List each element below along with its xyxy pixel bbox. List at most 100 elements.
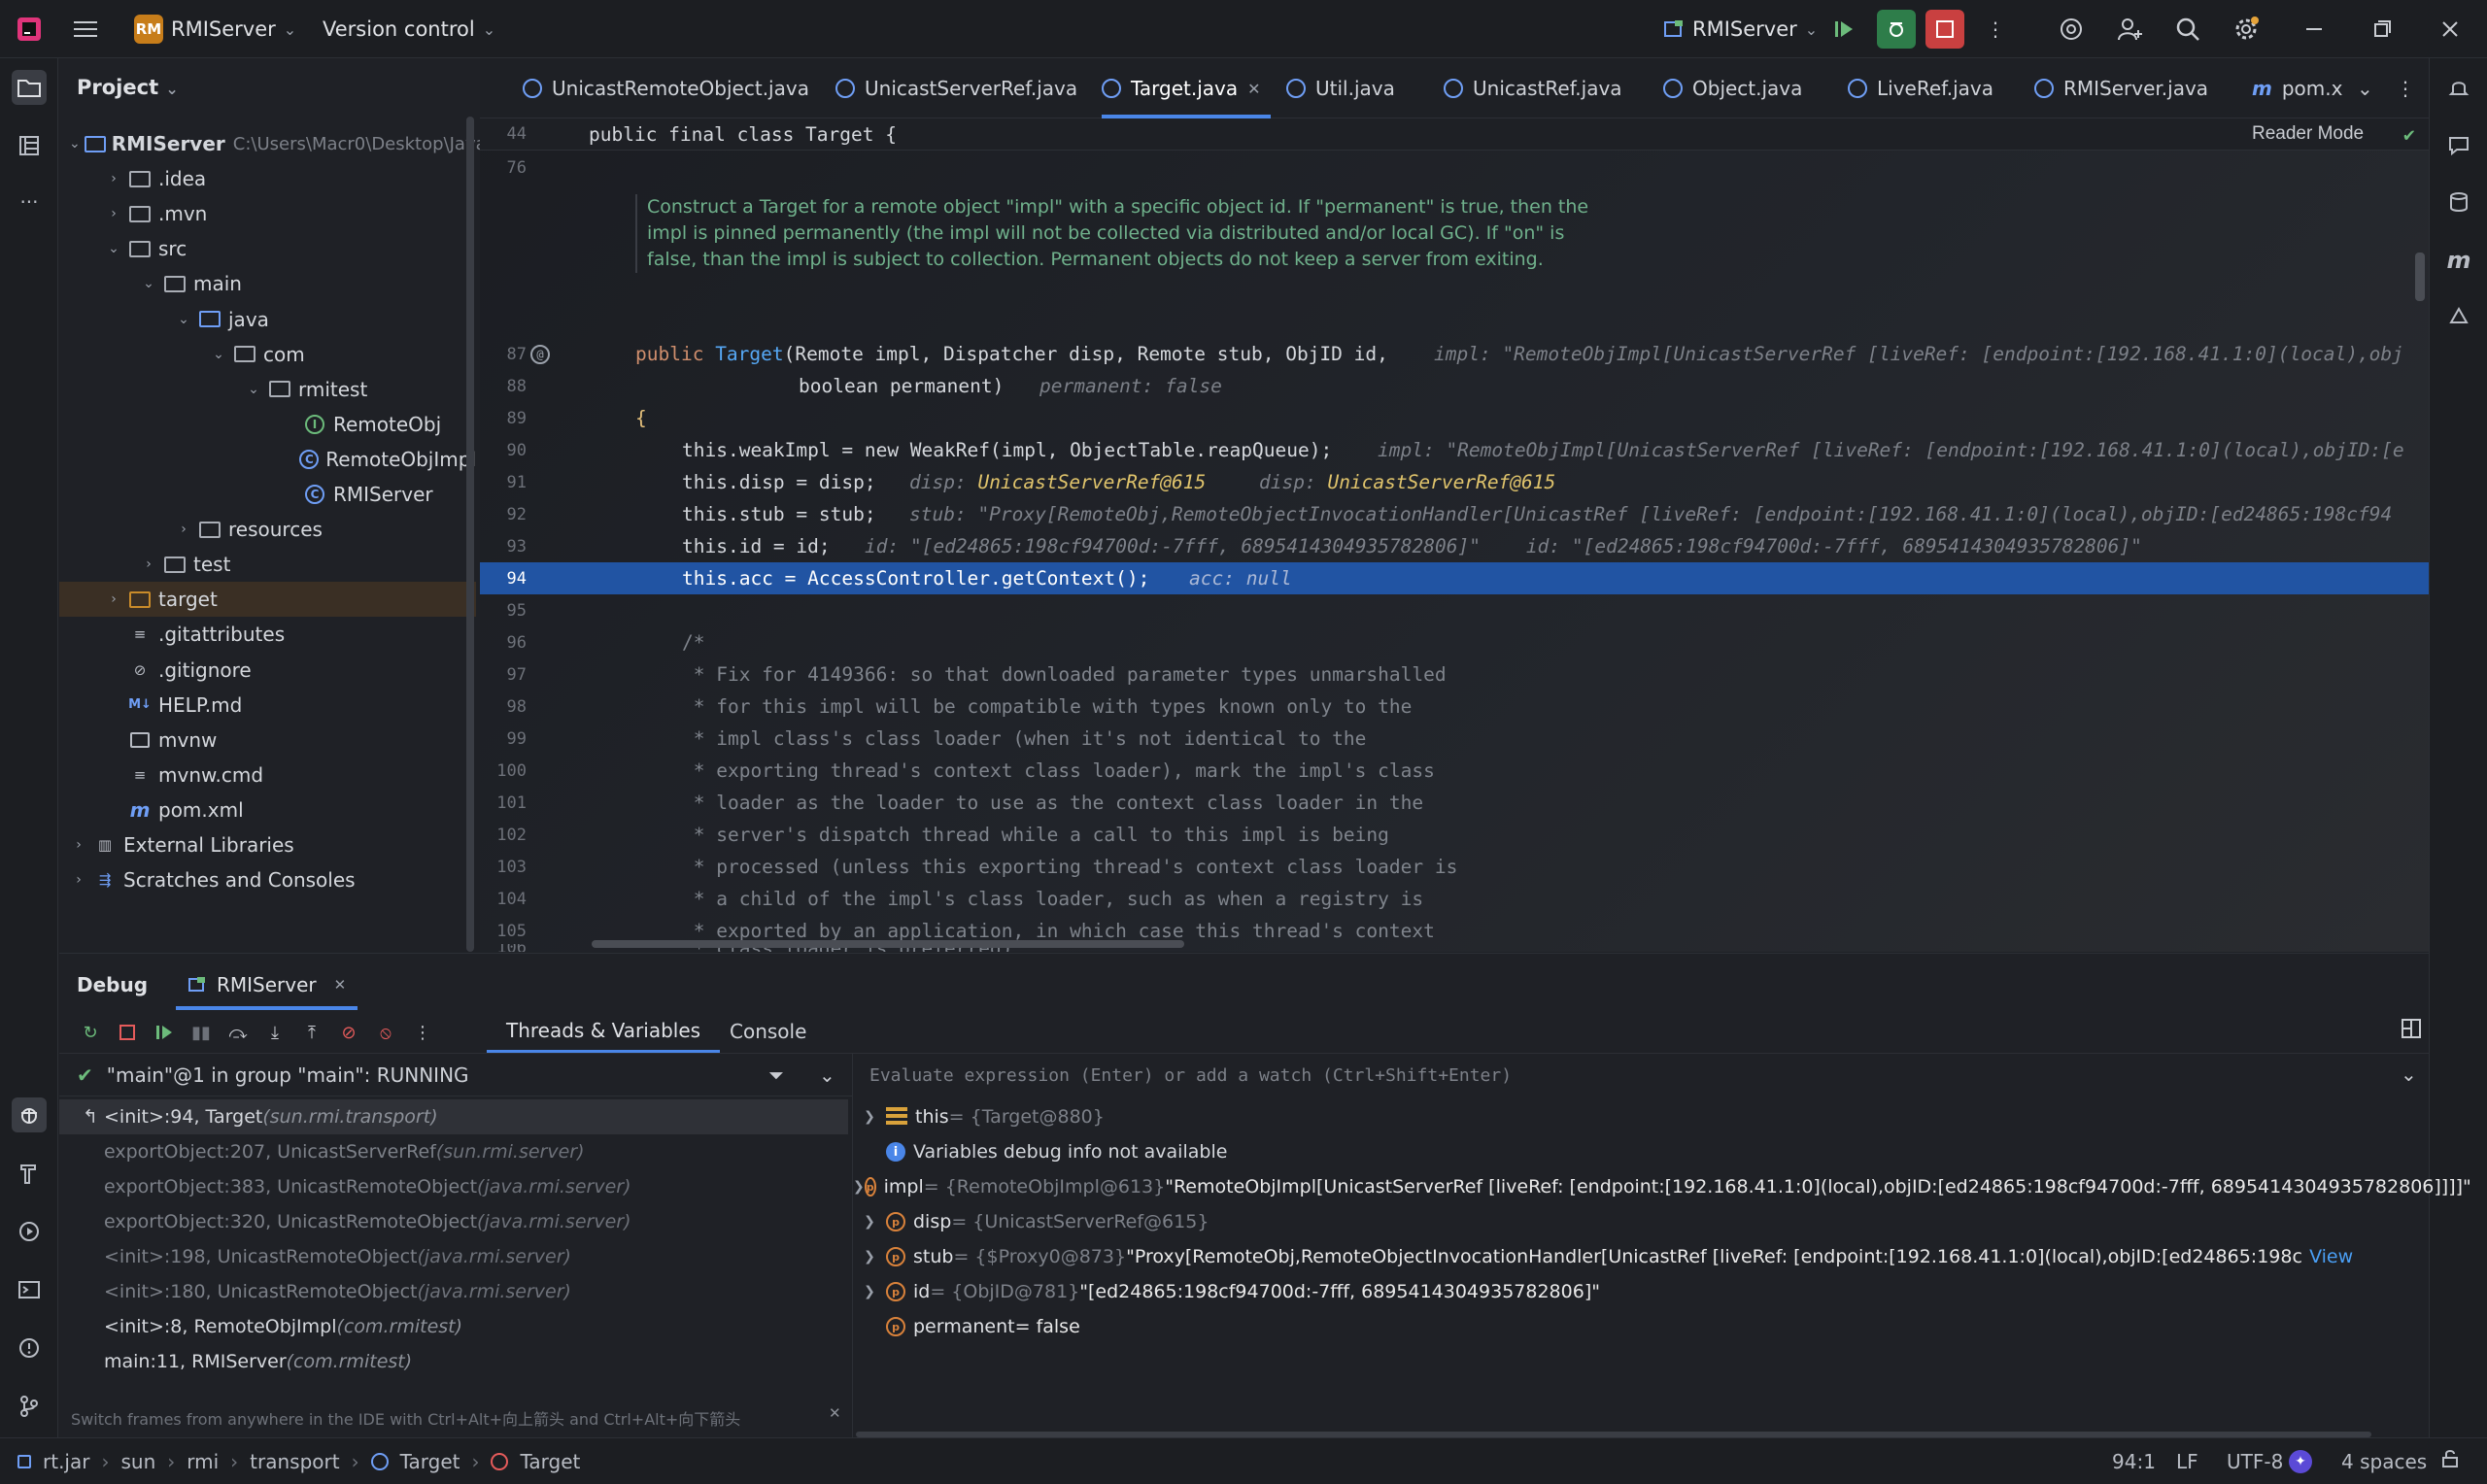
- code-line[interactable]: 90 this.weakImpl = new WeakRef(impl, Obj…: [480, 434, 2429, 466]
- variable-row[interactable]: ❯ p stub = {$Proxy0@873} "Proxy[RemoteOb…: [853, 1239, 2417, 1274]
- tab-console[interactable]: Console: [710, 1010, 826, 1053]
- breadcrumb-item[interactable]: Target: [400, 1450, 460, 1473]
- plugin-icon[interactable]: [2441, 299, 2476, 334]
- filter-icon[interactable]: ⏷: [768, 1063, 784, 1087]
- chevron-right-icon[interactable]: ›: [174, 522, 193, 537]
- chevron-down-icon[interactable]: ⌄: [69, 136, 81, 152]
- editor-vertical-scrollbar[interactable]: [2415, 253, 2425, 301]
- chevron-right-icon[interactable]: ❯: [853, 1284, 886, 1299]
- chevron-down-icon[interactable]: ⌄: [209, 347, 228, 362]
- stack-frame[interactable]: <init>:180, UnicastRemoteObject (java.rm…: [59, 1274, 848, 1309]
- more-tools-icon[interactable]: ···: [12, 185, 47, 219]
- tree-item-remoteobjimpl[interactable]: C RemoteObjImpl: [59, 442, 476, 477]
- services-icon[interactable]: [12, 1214, 47, 1249]
- variable-row[interactable]: ❯ p impl = {RemoteObjImpl@613} "RemoteOb…: [853, 1169, 2471, 1204]
- at-annotation-icon[interactable]: @: [530, 344, 550, 364]
- lock-icon[interactable]: [2440, 1449, 2460, 1473]
- current-execution-line[interactable]: 94 this.acc = AccessController.getContex…: [480, 562, 2429, 594]
- step-into-icon[interactable]: ⤓: [263, 1021, 287, 1044]
- step-over-icon[interactable]: ⤼: [226, 1021, 250, 1044]
- code-line[interactable]: 97 * Fix for 4149366: so that downloaded…: [480, 658, 2429, 691]
- tree-item-test[interactable]: › test: [59, 547, 476, 582]
- breadcrumb-item[interactable]: transport: [250, 1450, 339, 1473]
- debug-rerun-button[interactable]: [1877, 10, 1916, 49]
- tab-unicastserverref[interactable]: UnicastServerRef.java: [835, 58, 1077, 118]
- project-scrollbar[interactable]: [466, 117, 474, 952]
- line-separator[interactable]: LF: [2176, 1450, 2198, 1473]
- code-line[interactable]: 91 this.disp = disp; disp: UnicastServer…: [480, 466, 2429, 498]
- add-user-icon[interactable]: [2114, 14, 2145, 45]
- database-icon[interactable]: [2441, 185, 2476, 219]
- tree-item-rmiserver[interactable]: ⌄ RMIServer C:\Users\Macr0\Desktop\Java: [59, 126, 487, 161]
- tab-rmiserver[interactable]: RMIServer.java: [2034, 58, 2208, 118]
- main-menu-icon[interactable]: [70, 14, 101, 45]
- terminal-icon[interactable]: [12, 1272, 47, 1307]
- code-line[interactable]: 104 * a child of the impl's class loader…: [480, 883, 2429, 915]
- close-hint-icon[interactable]: ✕: [829, 1404, 841, 1422]
- variable-row[interactable]: ❯ p disp = {UnicastServerRef@615}: [853, 1204, 2427, 1239]
- code-line[interactable]: 92 this.stub = stub; stub: "Proxy[Remote…: [480, 498, 2429, 530]
- layout-settings-icon[interactable]: [2401, 1018, 2422, 1044]
- chevron-down-icon[interactable]: ⌄: [139, 276, 158, 291]
- debug-tool-icon[interactable]: [12, 1097, 47, 1132]
- breadcrumb-item[interactable]: rt.jar: [43, 1450, 89, 1473]
- problems-icon[interactable]: [12, 1331, 47, 1366]
- tabs-overflow-chevron-icon[interactable]: ⌄: [2357, 58, 2373, 118]
- tree-item-java[interactable]: ⌄ java: [59, 302, 476, 337]
- code-line[interactable]: 96 /*: [480, 626, 2429, 658]
- close-tab-icon[interactable]: ✕: [334, 976, 347, 994]
- tree-item-gitattributes[interactable]: ≡ .gitattributes: [59, 617, 476, 652]
- step-out-icon[interactable]: ⤒: [300, 1021, 324, 1044]
- close-icon[interactable]: [2435, 14, 2466, 45]
- more-actions-icon[interactable]: ⋮: [1980, 14, 2011, 45]
- sticky-header-line[interactable]: 44 public final class Target { Reader Mo…: [480, 118, 2429, 151]
- variable-row[interactable]: p permanent = false: [853, 1309, 2427, 1344]
- code-line[interactable]: 93 this.id = id; id: "[ed24865:198cf9470…: [480, 530, 2429, 562]
- code-line[interactable]: 102 * server's dispatch thread while a c…: [480, 819, 2429, 851]
- tree-item-main[interactable]: ⌄ main: [59, 266, 476, 301]
- tree-item-scratches-and-consoles[interactable]: › ⇶ Scratches and Consoles: [59, 862, 476, 897]
- intellij-logo-icon[interactable]: [14, 14, 45, 45]
- git-branch-icon[interactable]: [12, 1389, 47, 1424]
- code-line[interactable]: 99 * impl class's class loader (when it'…: [480, 723, 2429, 755]
- ai-assistant-icon[interactable]: [2056, 14, 2087, 45]
- caret-position[interactable]: 94:1: [2112, 1450, 2156, 1473]
- code-line[interactable]: 88 boolean permanent) permanent: false: [480, 370, 2429, 402]
- stack-frame[interactable]: exportObject:207, UnicastServerRef (sun.…: [59, 1134, 848, 1169]
- tree-item-idea[interactable]: › .idea: [59, 161, 476, 196]
- chevron-right-icon[interactable]: ›: [69, 837, 88, 853]
- chevron-right-icon[interactable]: ❯: [853, 1214, 886, 1230]
- chevron-right-icon[interactable]: ›: [104, 171, 123, 186]
- chevron-down-icon[interactable]: ⌄: [104, 241, 123, 256]
- code-line[interactable]: 87 @ public Target(Remote impl, Dispatch…: [480, 338, 2429, 370]
- indent-setting[interactable]: 4 spaces: [2341, 1450, 2427, 1473]
- run-config-selector[interactable]: RMIServer ⌄: [1663, 12, 1818, 47]
- rerun-icon[interactable]: ↻: [79, 1021, 102, 1044]
- resume-program-icon[interactable]: [153, 1021, 176, 1044]
- tree-item-src[interactable]: ⌄ src: [59, 231, 476, 266]
- editor-horizontal-scrollbar[interactable]: [592, 940, 1184, 948]
- mute-breakpoints-icon[interactable]: ⦸: [374, 1021, 397, 1044]
- tree-item-rmiserver[interactable]: C RMIServer: [59, 477, 476, 512]
- tab-target[interactable]: Target.java ✕: [1102, 58, 1271, 118]
- restore-icon[interactable]: [2367, 14, 2398, 45]
- stack-frame[interactable]: main:11, RMIServer (com.rmitest): [59, 1344, 848, 1379]
- breadcrumb-item[interactable]: rmi: [187, 1450, 219, 1473]
- variable-row[interactable]: ❯ p id = {ObjID@781} "[ed24865:198cf9470…: [853, 1274, 2427, 1309]
- view-link[interactable]: View: [2309, 1246, 2353, 1267]
- tree-item-external-libraries[interactable]: › ▥ External Libraries: [59, 827, 476, 862]
- reader-mode-button[interactable]: Reader Mode: [2252, 123, 2364, 145]
- thread-selector[interactable]: ✔ "main"@1 in group "main": RUNNING ⏷ ⌄: [59, 1054, 852, 1096]
- code-line[interactable]: 76: [480, 152, 2429, 184]
- debug-session-tab[interactable]: RMIServer ✕: [176, 963, 358, 1010]
- tree-item-remoteobj[interactable]: I RemoteObj: [59, 407, 476, 442]
- code-line[interactable]: 103 * processed (unless this exporting t…: [480, 851, 2429, 883]
- variable-row[interactable]: ❯ this = {Target@880}: [853, 1099, 2427, 1134]
- stack-frame[interactable]: exportObject:320, UnicastRemoteObject (j…: [59, 1204, 848, 1239]
- chevron-right-icon[interactable]: ›: [104, 206, 123, 221]
- evaluate-expression-input[interactable]: Evaluate expression (Enter) or add a wat…: [869, 1054, 2414, 1096]
- stack-frame[interactable]: exportObject:383, UnicastRemoteObject (j…: [59, 1169, 848, 1204]
- tree-item-gitignore[interactable]: ⊘ .gitignore: [59, 653, 476, 688]
- code-line[interactable]: 95: [480, 594, 2429, 626]
- build-hammer-icon[interactable]: [12, 1156, 47, 1191]
